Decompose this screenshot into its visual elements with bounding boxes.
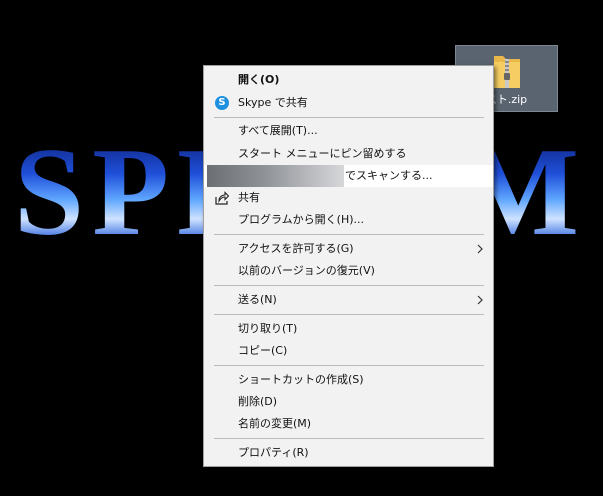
menu-item-label: 開く(O) <box>238 73 280 86</box>
menu-item-open-with[interactable]: プログラムから開く(H)... <box>204 209 493 231</box>
menu-item-give-access[interactable]: アクセスを許可する(G) <box>204 238 493 260</box>
menu-item-cut[interactable]: 切り取り(T) <box>204 318 493 340</box>
menu-item-label: コピー(C) <box>238 344 288 357</box>
share-icon <box>215 191 229 205</box>
menu-item-label: 送る(N) <box>238 293 277 306</box>
menu-item-pin-to-start[interactable]: スタート メニューにピン留めする <box>204 143 493 165</box>
menu-item-label: プログラムから開く(H)... <box>238 213 365 226</box>
menu-item-skype-share[interactable]: S Skype で共有 <box>204 92 493 114</box>
chevron-right-icon <box>477 244 483 254</box>
menu-separator <box>214 365 484 366</box>
menu-item-label: でスキャンする... <box>345 169 433 182</box>
menu-item-label: 削除(D) <box>238 395 278 408</box>
menu-item-properties[interactable]: プロパティ(R) <box>204 442 493 464</box>
menu-item-label: 以前のバージョンの復元(V) <box>238 264 375 277</box>
menu-item-label: Skype で共有 <box>238 96 308 109</box>
menu-separator <box>214 314 484 315</box>
menu-item-create-shortcut[interactable]: ショートカットの作成(S) <box>204 369 493 391</box>
menu-item-open[interactable]: 開く(O) <box>204 69 493 91</box>
redacted-app-name <box>207 165 344 187</box>
chevron-right-icon <box>477 295 483 305</box>
menu-item-delete[interactable]: 削除(D) <box>204 391 493 413</box>
menu-item-label: プロパティ(R) <box>238 446 309 459</box>
menu-separator <box>214 438 484 439</box>
menu-item-label: アクセスを許可する(G) <box>238 242 354 255</box>
menu-separator <box>214 234 484 235</box>
menu-item-restore-previous[interactable]: 以前のバージョンの復元(V) <box>204 260 493 282</box>
menu-item-send-to[interactable]: 送る(N) <box>204 289 493 311</box>
context-menu: 開く(O) S Skype で共有 すべて展開(T)... スタート メニューに… <box>203 65 494 467</box>
menu-item-rename[interactable]: 名前の変更(M) <box>204 413 493 435</box>
zip-folder-icon <box>494 56 520 88</box>
menu-item-label: 切り取り(T) <box>238 322 298 335</box>
menu-separator <box>214 117 484 118</box>
menu-item-label: すべて展開(T)... <box>238 124 318 137</box>
menu-item-share[interactable]: 共有 <box>204 187 493 209</box>
menu-item-label: 共有 <box>238 191 260 204</box>
menu-item-copy[interactable]: コピー(C) <box>204 340 493 362</box>
desktop: SPEEDM スト.zip 開く(O) S Skype で共有 すべて展開(T)… <box>0 0 603 496</box>
menu-item-label: 名前の変更(M) <box>238 417 312 430</box>
menu-item-label: スタート メニューにピン留めする <box>238 147 407 160</box>
menu-separator <box>214 285 484 286</box>
menu-item-scan[interactable]: でスキャンする... <box>204 165 493 187</box>
skype-icon: S <box>215 96 229 110</box>
menu-item-extract-all[interactable]: すべて展開(T)... <box>204 120 493 142</box>
menu-item-label: ショートカットの作成(S) <box>238 373 364 386</box>
